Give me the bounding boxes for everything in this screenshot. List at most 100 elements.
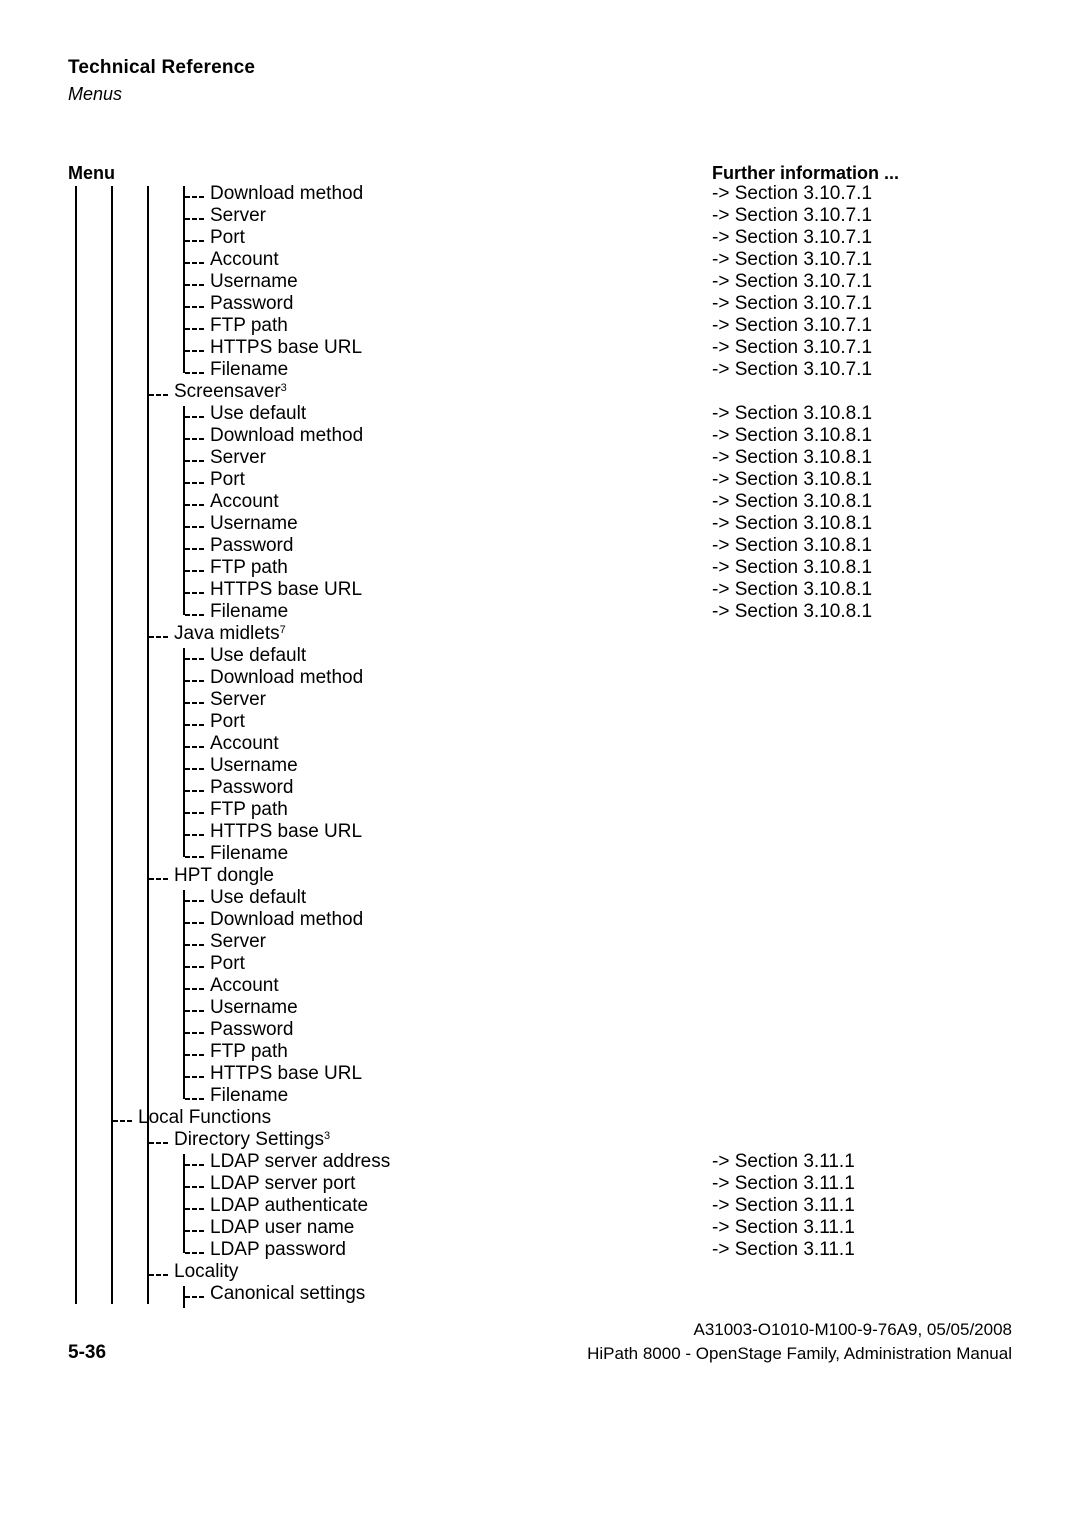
section-reference[interactable]: -> Section 3.10.7.1 xyxy=(712,271,872,293)
running-header: Technical Reference Menus xyxy=(68,56,968,106)
tree-row[interactable]: Download method xyxy=(0,909,1080,934)
tree-branch-dash xyxy=(185,196,205,198)
tree-row[interactable]: Server xyxy=(0,931,1080,956)
section-reference[interactable]: -> Section 3.10.8.1 xyxy=(712,513,872,535)
menu-item-label: Username xyxy=(210,513,298,534)
menu-item-label: Java midlets7 xyxy=(174,623,286,644)
section-reference[interactable]: -> Section 3.10.8.1 xyxy=(712,557,872,579)
tree-row[interactable]: Server -> Section 3.10.8.1 xyxy=(0,447,1080,472)
tree-row[interactable]: Local Functions xyxy=(0,1107,1080,1132)
tree-row[interactable]: Username xyxy=(0,755,1080,780)
section-reference[interactable]: -> Section 3.10.8.1 xyxy=(712,469,872,491)
tree-row[interactable]: Password xyxy=(0,777,1080,802)
section-reference[interactable]: -> Section 3.10.8.1 xyxy=(712,491,872,513)
tree-branch-dash xyxy=(185,1186,205,1188)
section-reference[interactable]: -> Section 3.10.7.1 xyxy=(712,183,872,205)
tree-row[interactable]: Server xyxy=(0,689,1080,714)
section-reference[interactable]: -> Section 3.10.7.1 xyxy=(712,293,872,315)
menu-item-label: Port xyxy=(210,711,245,732)
menu-item-label: Password xyxy=(210,1019,294,1040)
tree-row[interactable]: Canonical settings xyxy=(0,1283,1080,1308)
tree-row[interactable]: Password -> Section 3.10.7.1 xyxy=(0,293,1080,318)
tree-row[interactable]: Account xyxy=(0,733,1080,758)
tree-row[interactable]: LDAP authenticate -> Section 3.11.1 xyxy=(0,1195,1080,1220)
menu-item-label: Filename xyxy=(210,843,289,864)
tree-row[interactable]: HTTPS base URL xyxy=(0,1063,1080,1088)
tree-row[interactable]: Port -> Section 3.10.7.1 xyxy=(0,227,1080,252)
tree-row[interactable]: HPT dongle xyxy=(0,865,1080,890)
tree-branch-dash xyxy=(185,306,205,308)
section-reference[interactable]: -> Section 3.10.8.1 xyxy=(712,579,872,601)
tree-row[interactable]: Use default -> Section 3.10.8.1 xyxy=(0,403,1080,428)
section-reference[interactable]: -> Section 3.10.8.1 xyxy=(712,535,872,557)
tree-row[interactable]: Screensaver3 xyxy=(0,381,1080,406)
menu-item-label: HTTPS base URL xyxy=(210,821,363,842)
section-reference[interactable]: -> Section 3.10.7.1 xyxy=(712,359,872,381)
tree-row[interactable]: Username -> Section 3.10.7.1 xyxy=(0,271,1080,296)
tree-row[interactable]: Account -> Section 3.10.7.1 xyxy=(0,249,1080,274)
tree-row[interactable]: Directory Settings3 xyxy=(0,1129,1080,1154)
menu-item-label: Account xyxy=(210,249,279,270)
tree-row[interactable]: Filename xyxy=(0,843,1080,868)
tree-row[interactable]: Password xyxy=(0,1019,1080,1044)
tree-row[interactable]: Account xyxy=(0,975,1080,1000)
menu-item-label: Download method xyxy=(210,425,364,446)
tree-branch-dash xyxy=(185,790,205,792)
section-reference[interactable]: -> Section 3.10.7.1 xyxy=(712,315,872,337)
tree-row[interactable]: Account -> Section 3.10.8.1 xyxy=(0,491,1080,516)
tree-row[interactable]: HTTPS base URL xyxy=(0,821,1080,846)
tree-row[interactable]: Port xyxy=(0,953,1080,978)
tree-row[interactable]: Filename -> Section 3.10.7.1 xyxy=(0,359,1080,384)
tree-row[interactable]: Port -> Section 3.10.8.1 xyxy=(0,469,1080,494)
menu-item-label: Password xyxy=(210,535,294,556)
tree-row[interactable]: Use default xyxy=(0,645,1080,670)
document-title: Technical Reference xyxy=(68,57,256,78)
section-reference[interactable]: -> Section 3.11.1 xyxy=(712,1195,855,1217)
tree-row[interactable]: Password -> Section 3.10.8.1 xyxy=(0,535,1080,560)
tree-row[interactable]: Username xyxy=(0,997,1080,1022)
tree-row[interactable]: HTTPS base URL -> Section 3.10.8.1 xyxy=(0,579,1080,604)
footer-document-id: A31003-O1010-M100-9-76A9, 05/05/2008 xyxy=(693,1320,1012,1339)
tree-row[interactable]: Download method xyxy=(0,667,1080,692)
tree-row[interactable]: LDAP password -> Section 3.11.1 xyxy=(0,1239,1080,1264)
menu-item-label: Use default xyxy=(210,403,307,424)
tree-row[interactable]: FTP path xyxy=(0,1041,1080,1066)
tree-row[interactable]: LDAP server address -> Section 3.11.1 xyxy=(0,1151,1080,1176)
tree-row[interactable]: FTP path -> Section 3.10.8.1 xyxy=(0,557,1080,582)
section-reference[interactable]: -> Section 3.10.7.1 xyxy=(712,249,872,271)
tree-branch-dash xyxy=(185,1076,205,1078)
menu-item-label: Port xyxy=(210,469,245,490)
tree-row[interactable]: Filename -> Section 3.10.8.1 xyxy=(0,601,1080,626)
section-reference[interactable]: -> Section 3.10.8.1 xyxy=(712,425,872,447)
tree-row[interactable]: Java midlets7 xyxy=(0,623,1080,648)
section-reference[interactable]: -> Section 3.10.7.1 xyxy=(712,337,872,359)
section-reference[interactable]: -> Section 3.11.1 xyxy=(712,1151,855,1173)
tree-row[interactable]: FTP path xyxy=(0,799,1080,824)
tree-branch-dash xyxy=(185,966,205,968)
tree-row[interactable]: HTTPS base URL -> Section 3.10.7.1 xyxy=(0,337,1080,362)
tree-row[interactable]: LDAP server port -> Section 3.11.1 xyxy=(0,1173,1080,1198)
tree-row[interactable]: Username -> Section 3.10.8.1 xyxy=(0,513,1080,538)
tree-branch-dash xyxy=(185,724,205,726)
tree-row[interactable]: Server -> Section 3.10.7.1 xyxy=(0,205,1080,230)
tree-row[interactable]: Locality xyxy=(0,1261,1080,1286)
tree-row[interactable]: Download method -> Section 3.10.8.1 xyxy=(0,425,1080,450)
tree-row[interactable]: Port xyxy=(0,711,1080,736)
tree-row[interactable]: LDAP user name -> Section 3.11.1 xyxy=(0,1217,1080,1242)
section-reference[interactable]: -> Section 3.10.7.1 xyxy=(712,227,872,249)
section-reference[interactable]: -> Section 3.10.8.1 xyxy=(712,403,872,425)
section-reference[interactable]: -> Section 3.11.1 xyxy=(712,1239,855,1261)
section-reference[interactable]: -> Section 3.11.1 xyxy=(712,1217,855,1239)
footnote-marker: 3 xyxy=(323,1129,331,1142)
tree-row[interactable]: Use default xyxy=(0,887,1080,912)
section-reference[interactable]: -> Section 3.11.1 xyxy=(712,1173,855,1195)
tree-branch-dash xyxy=(185,460,205,462)
tree-row[interactable]: Download method -> Section 3.10.7.1 xyxy=(0,183,1080,208)
tree-row[interactable]: FTP path -> Section 3.10.7.1 xyxy=(0,315,1080,340)
tree-branch-dash xyxy=(149,636,169,638)
tree-branch-dash xyxy=(185,262,205,264)
section-reference[interactable]: -> Section 3.10.7.1 xyxy=(712,205,872,227)
section-reference[interactable]: -> Section 3.10.8.1 xyxy=(712,601,872,623)
tree-branch-dash xyxy=(185,526,205,528)
section-reference[interactable]: -> Section 3.10.8.1 xyxy=(712,447,872,469)
